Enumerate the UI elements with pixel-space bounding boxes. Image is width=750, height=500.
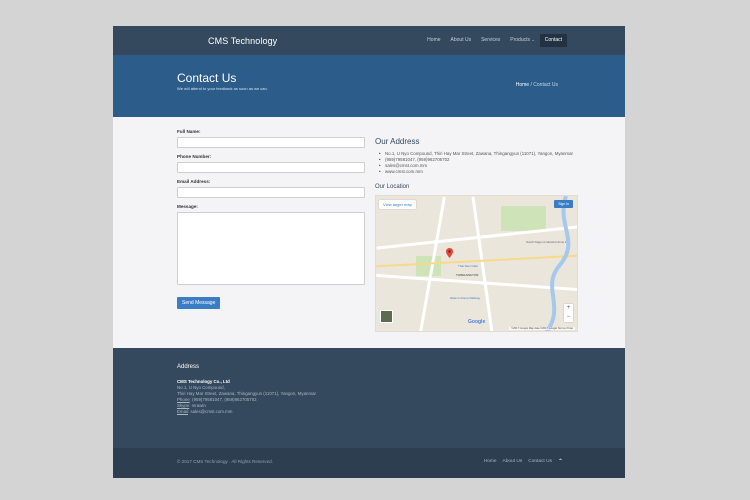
footer-email-label: Email [177, 409, 188, 414]
page-title: Contact Us [177, 71, 237, 85]
breadcrumb: Home / Contact Us [516, 82, 558, 88]
website: CMS Technology Home About Us Services Pr… [113, 26, 625, 478]
nav-home[interactable]: Home [422, 34, 445, 47]
footer-skype-value: : mrawin [189, 403, 206, 408]
address-website[interactable]: www.cmst.com.mm [379, 169, 578, 175]
footer-email: Email: sales@cmst.com.mm [177, 409, 316, 415]
email-input[interactable] [177, 187, 365, 198]
footer-skype-label: Skype [177, 403, 190, 408]
contact-content: Full Name: Phone Number: Email Address: … [113, 117, 625, 348]
footer-phone-label: Phone [177, 397, 190, 402]
map-label: Hlaw G Dome Railway [450, 296, 481, 300]
full-name-label: Full Name: [177, 129, 201, 134]
map-sign-in-button[interactable]: Sign in [554, 200, 573, 208]
nav-products[interactable]: Products ⌄ [505, 33, 539, 47]
nav-services[interactable]: Services [476, 34, 505, 47]
send-message-button[interactable]: Send Message [177, 297, 221, 309]
google-logo: Google [468, 319, 486, 325]
breadcrumb-separator: / [530, 82, 532, 88]
phone-input[interactable] [177, 162, 365, 173]
footer-link-home[interactable]: Home [484, 459, 497, 464]
page-subtitle: We will attend to your feedback as soon … [177, 86, 268, 91]
location-map[interactable]: South Dagon Industrial Zone 1 THINGANGYU… [375, 195, 578, 332]
zoom-in-button[interactable]: + [564, 304, 573, 313]
map-pin-icon[interactable] [446, 248, 453, 258]
our-location-heading: Our Location [375, 184, 410, 190]
nav-products-label: Products [510, 37, 531, 43]
map-label: THINGANGYUN [456, 273, 479, 277]
top-navbar: CMS Technology Home About Us Services Pr… [113, 26, 625, 55]
bottom-bar: © 2017 CMS Technology . All Rights Reser… [113, 448, 625, 478]
address-list: No.1, U Nyo Compound, Thiri Hay Mar Stre… [379, 151, 578, 175]
map-label: Thai Sein Café [458, 264, 478, 268]
address-panel: Our Address No.1, U Nyo Compound, Thiri … [375, 137, 578, 332]
map-attribution: ©2017 Google Map data ©2017 Google Terms… [509, 327, 575, 330]
footer-address-heading: Address [177, 364, 200, 370]
satellite-toggle[interactable] [380, 310, 393, 323]
breadcrumb-home[interactable]: Home [516, 82, 529, 88]
page-header: Contact Us We will attend to your feedba… [113, 55, 625, 117]
footer-link-about-us[interactable]: About Us [503, 459, 523, 464]
map-zoom-control: + − [564, 304, 573, 322]
our-address-heading: Our Address [375, 137, 420, 146]
phone-label: Phone Number: [177, 154, 212, 159]
main-menu: Home About Us Services Products ⌄ Contac… [422, 33, 567, 47]
breadcrumb-current: Contact Us [533, 82, 558, 88]
footer-link-contact-us[interactable]: Contact Us [528, 459, 552, 464]
brand-logo[interactable]: CMS Technology [208, 36, 277, 46]
chevron-down-icon: ⌄ [531, 37, 535, 42]
zoom-out-button[interactable]: − [564, 313, 573, 322]
view-larger-map-link[interactable]: View larger map [379, 200, 416, 209]
email-label: Email Address: [177, 179, 211, 184]
scroll-to-top-icon[interactable]: ⌃ [558, 458, 563, 465]
full-name-input[interactable] [177, 137, 365, 148]
footer-links: Home About Us Contact Us ⌃ [484, 458, 563, 465]
footer-phone-value: : (959)79581047, (959)962705702 [189, 397, 257, 402]
contact-form: Full Name: Phone Number: Email Address: … [177, 129, 365, 309]
footer-address-info: CMS Technology Co., Ltd No.1, U Nyo Comp… [177, 379, 316, 415]
map-label: South Dagon Industrial Zone 1 [526, 240, 567, 244]
footer-email-value[interactable]: : sales@cmst.com.mm [188, 409, 232, 414]
nav-contact[interactable]: Contact [539, 33, 567, 47]
message-textarea[interactable] [177, 212, 365, 285]
copyright-text: © 2017 CMS Technology . All Rights Reser… [177, 459, 273, 464]
message-label: Message: [177, 204, 198, 209]
site-footer: Address CMS Technology Co., Ltd No.1, U … [113, 348, 625, 448]
nav-about-us[interactable]: About Us [446, 34, 477, 47]
